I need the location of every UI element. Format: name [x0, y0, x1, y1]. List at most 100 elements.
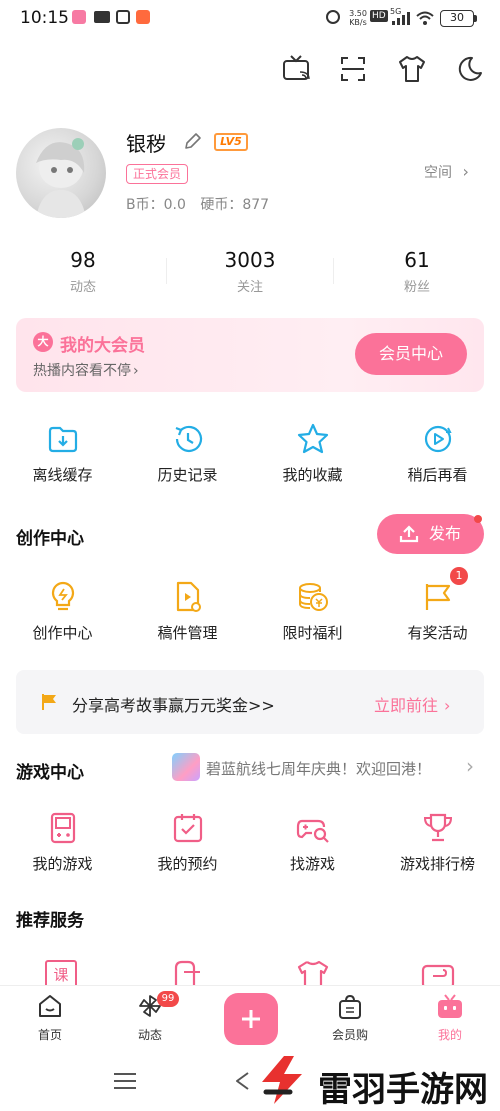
watch-later-icon [421, 422, 455, 456]
game-label: 我的游戏 [32, 855, 93, 873]
reward-event-item[interactable]: 有奖活动 [375, 580, 500, 643]
star-icon [296, 422, 330, 456]
history-icon [171, 422, 205, 456]
chevron-right-icon: › [462, 162, 469, 181]
tshirt-icon[interactable] [296, 960, 330, 986]
my-games-item[interactable]: 我的游戏 [0, 811, 125, 874]
add-post-button[interactable] [224, 993, 278, 1045]
alarm-icon [326, 10, 340, 24]
game-ranking-item[interactable]: 游戏排行榜 [375, 811, 500, 874]
stat-value: 3003 [224, 248, 276, 272]
tv-icon [436, 994, 464, 1020]
action-label: 我的收藏 [282, 466, 343, 484]
creation-label: 创作中心 [32, 624, 93, 642]
offline-cache-item[interactable]: 离线缓存 [0, 422, 125, 485]
download-icon [46, 422, 80, 456]
vip-badge-icon: 大 [33, 332, 53, 352]
gamepad-icon [46, 811, 80, 845]
notification-badge: 1 [450, 567, 468, 585]
tv-cast-icon[interactable] [282, 55, 312, 83]
find-games-item[interactable]: 找游戏 [250, 811, 375, 874]
game-promo-text[interactable]: 碧蓝航线七周年庆典！欢迎回港！ [206, 758, 431, 779]
edit-icon[interactable] [183, 131, 203, 151]
level-badge: LV5 [214, 133, 248, 151]
username: 银秽 [126, 132, 166, 156]
space-link[interactable]: 空间 › [424, 162, 469, 182]
stat-fans[interactable]: 61 粉丝 [334, 248, 500, 295]
stat-label: 粉丝 [403, 280, 430, 295]
lightbulb-icon [46, 580, 80, 614]
scan-icon[interactable] [339, 55, 367, 83]
publish-dot [474, 515, 482, 523]
vip-status-tag: 正式会员 [126, 164, 189, 184]
wifi-icon [416, 11, 434, 25]
dynamics-badge: 99 [157, 991, 179, 1007]
vip-center-button[interactable]: 会员中心 [355, 333, 467, 375]
chevron-right-icon: › [133, 363, 139, 379]
bag-icon[interactable] [172, 960, 204, 986]
game-section-title: 游戏中心 [16, 763, 84, 783]
tshirt-icon[interactable] [397, 55, 427, 83]
night-mode-icon[interactable] [456, 55, 484, 83]
watermark-text: 雷羽手游网 [318, 1070, 488, 1110]
chevron-right-icon[interactable]: › [466, 754, 474, 778]
menu-icon[interactable] [112, 1072, 138, 1090]
action-label: 历史记录 [157, 466, 218, 484]
app2-notify-icon [136, 10, 150, 24]
wallet-icon[interactable] [420, 960, 456, 986]
limited-benefit-item[interactable]: 限时福利 [250, 580, 375, 643]
favorites-item[interactable]: 我的收藏 [250, 422, 375, 485]
calendar-check-icon [171, 811, 205, 845]
battery-indicator: 30 [440, 10, 474, 27]
chevron-right-icon: › [444, 696, 451, 715]
hd-badge: HD [370, 10, 388, 22]
vip-subtitle-text: 热播内容看不停 [33, 363, 131, 379]
creation-label: 限时福利 [282, 624, 343, 642]
banner-text: 分享高考故事赢万元奖金>> [72, 696, 275, 715]
game-promo-thumbnail [172, 753, 200, 781]
tab-label: 我的 [437, 1028, 462, 1042]
game-label: 找游戏 [289, 855, 335, 873]
stat-value: 61 [404, 248, 430, 272]
app-notify-icon [72, 10, 86, 24]
creation-center-item[interactable]: 创作中心 [0, 580, 125, 643]
flag-icon [40, 692, 60, 712]
my-reservations-item[interactable]: 我的预约 [125, 811, 250, 874]
status-time: 10:15 [20, 8, 69, 28]
action-label: 离线缓存 [32, 466, 93, 484]
history-item[interactable]: 历史记录 [125, 422, 250, 485]
status-bar: 10:15 3.50 KB/s HD 5G 30 [0, 0, 500, 36]
watch-later-item[interactable]: 稍后再看 [375, 422, 500, 485]
publish-label: 发布 [429, 524, 462, 543]
stat-label: 关注 [236, 280, 263, 295]
go-now-link[interactable]: 立即前往 › [374, 692, 450, 716]
recommended-section-title: 推荐服务 [16, 911, 84, 931]
tab-mine[interactable]: 我的 [400, 994, 500, 1043]
tab-home[interactable]: 首页 [0, 994, 100, 1043]
stat-following[interactable]: 3003 关注 [167, 248, 333, 295]
manuscript-item[interactable]: 稿件管理 [125, 580, 250, 643]
net-speed: 3.50 KB/s [349, 9, 367, 27]
trophy-icon [421, 811, 455, 845]
game-label: 游戏排行榜 [399, 855, 475, 873]
stat-label: 动态 [69, 280, 96, 295]
publish-button[interactable]: 发布 [377, 514, 484, 554]
back-icon[interactable] [232, 1070, 254, 1092]
tab-vip-shop[interactable]: 会员购 [300, 994, 400, 1043]
plus-icon [239, 1007, 263, 1031]
game-label: 我的预约 [157, 855, 218, 873]
coin-info: B币：0.0 硬币：877 [126, 194, 269, 214]
battery-cap [474, 15, 477, 22]
watermark-logo-icon [254, 1052, 310, 1108]
controller-search-icon [296, 811, 330, 845]
flag-icon [421, 580, 455, 614]
b-coin-value: B币：0.0 [126, 197, 186, 213]
creation-label: 稿件管理 [157, 624, 218, 642]
avatar[interactable] [16, 128, 106, 218]
gallery-notify-icon [116, 10, 130, 24]
tab-dynamics[interactable]: 动态 [100, 994, 200, 1043]
creation-section-title: 创作中心 [16, 529, 84, 549]
stat-dynamics[interactable]: 98 动态 [0, 248, 166, 295]
space-label: 空间 [424, 165, 452, 181]
manuscript-icon [171, 580, 205, 614]
